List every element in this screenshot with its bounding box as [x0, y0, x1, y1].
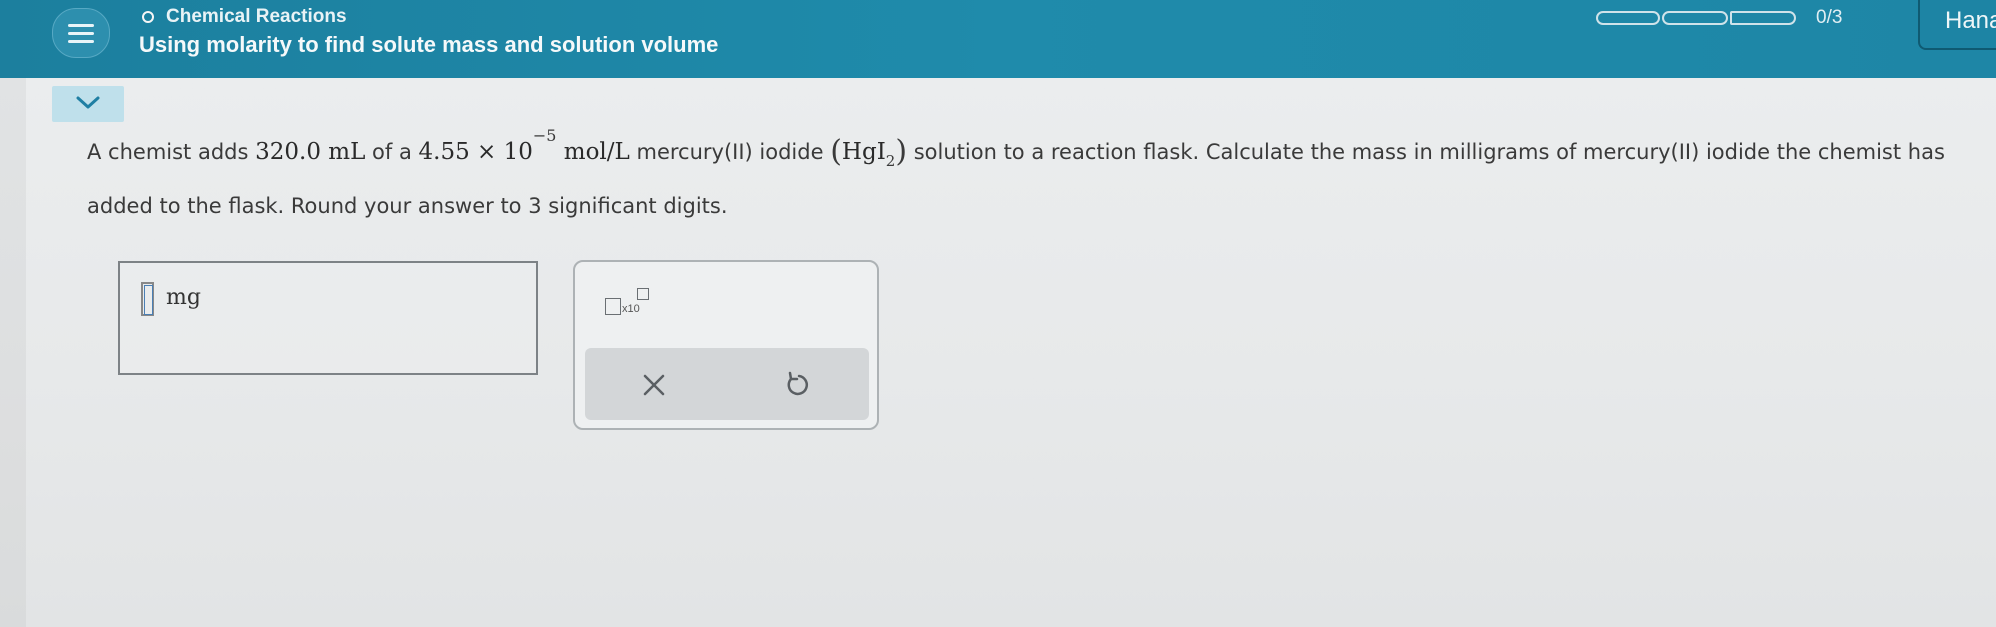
x10-label: x10 [622, 303, 640, 315]
hamburger-icon-line [68, 32, 94, 35]
progress-segment [1596, 11, 1660, 25]
topic-label: Chemical Reactions [166, 6, 347, 27]
concentration-exponent: −5 [532, 126, 557, 145]
answer-tools-panel: x10 [573, 260, 879, 430]
question-text: A chemist adds 320.0 mL of a 4.55 × 10−5… [87, 124, 1977, 232]
collapse-button[interactable] [52, 86, 124, 122]
menu-button[interactable] [52, 8, 110, 58]
left-edge-shade [0, 0, 26, 627]
user-name: Hana [1945, 7, 1996, 34]
progress-indicator: 0/3 [1596, 7, 1843, 28]
hamburger-icon [68, 24, 94, 27]
formula-subscript: 2 [885, 152, 896, 170]
volume-value: 320.0 mL [255, 139, 366, 165]
top-bar: Chemical Reactions Using molarity to fin… [0, 0, 1996, 78]
formula-open-paren: ( [830, 134, 842, 169]
mantissa-box-icon [605, 298, 621, 315]
page-title: Using molarity to find solute mass and s… [139, 32, 719, 57]
compound-name: mercury(II) iodide [629, 140, 831, 164]
tool-actions [585, 348, 869, 420]
formula-close-paren: ) [895, 134, 908, 169]
progress-segment [1662, 11, 1728, 25]
clear-button[interactable] [637, 368, 671, 402]
user-menu[interactable]: Hana [1918, 0, 1996, 50]
exponent-box-icon [637, 288, 649, 300]
formula-main: HgI [841, 139, 886, 165]
circle-icon [142, 11, 154, 23]
concentration-mantissa: 4.55 × 10 [418, 139, 533, 165]
hamburger-icon-line [68, 40, 94, 43]
scientific-notation-button[interactable]: x10 [605, 288, 665, 328]
answer-box: mg [118, 261, 538, 375]
question-text-of-a: of a [365, 140, 419, 164]
undo-icon [787, 371, 808, 396]
question-intro: A chemist adds [87, 140, 256, 164]
close-icon [643, 374, 665, 396]
chevron-down-icon [76, 96, 100, 109]
undo-button[interactable] [780, 368, 814, 402]
progress-segment [1730, 11, 1796, 25]
answer-cursor-box [144, 285, 153, 315]
answer-unit: mg [166, 285, 201, 310]
topic-breadcrumb: Chemical Reactions [142, 6, 347, 28]
progress-count: 0/3 [1816, 7, 1843, 28]
concentration-unit: mol/L [556, 139, 630, 165]
